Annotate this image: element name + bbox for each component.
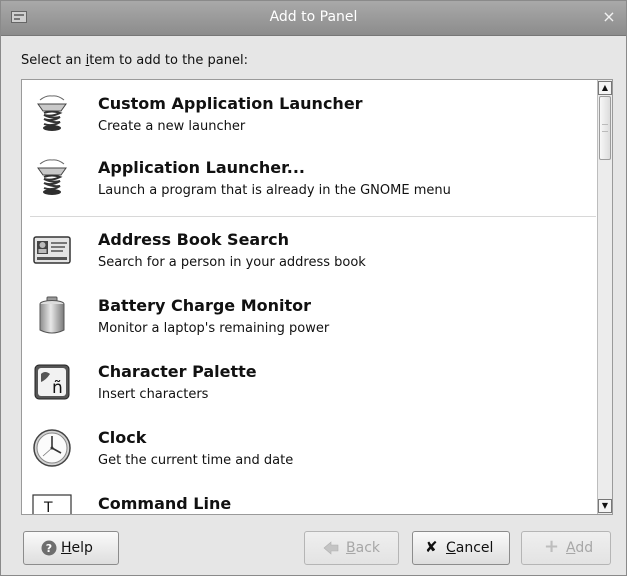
item-name: Battery Charge Monitor <box>98 296 312 315</box>
item-name: Custom Application Launcher <box>98 94 363 113</box>
instruction-text-end: tem to add to the panel: <box>89 53 248 68</box>
cancel-icon: ✘ <box>425 538 438 556</box>
add-to-panel-dialog: Add to Panel × Select an item to add to … <box>0 0 627 576</box>
item-description: Launch a program that is already in the … <box>98 183 451 198</box>
back-button[interactable]: Back <box>304 531 399 565</box>
svg-text:ñ: ñ <box>52 378 63 398</box>
cancel-button[interactable]: ✘ Cancel <box>412 531 510 565</box>
character-palette-icon: ñ <box>34 364 70 400</box>
item-name: Address Book Search <box>98 230 289 249</box>
vertical-scrollbar[interactable]: ▲ ▼ <box>597 80 612 514</box>
applet-list[interactable]: Custom Application Launcher Create a new… <box>21 79 613 515</box>
svg-text:?: ? <box>46 542 52 555</box>
item-name: Character Palette <box>98 362 257 381</box>
plus-icon: + <box>544 536 560 557</box>
list-item-address-book-search[interactable]: Address Book Search Search for a person … <box>22 218 597 282</box>
back-button-label: Back <box>346 540 380 556</box>
list-item-custom-application-launcher[interactable]: Custom Application Launcher Create a new… <box>22 82 597 146</box>
instruction-text-start: Select an <box>21 53 86 68</box>
item-name: Application Launcher... <box>98 158 305 177</box>
add-button[interactable]: + Add <box>521 531 611 565</box>
add-button-label: Add <box>566 540 594 556</box>
list-item-application-launcher[interactable]: Application Launcher... Launch a program… <box>22 146 597 210</box>
cancel-button-label: Cancel <box>446 540 494 556</box>
launcher-spring-icon <box>37 95 67 131</box>
item-name: Clock <box>98 428 147 447</box>
list-separator <box>30 216 596 217</box>
close-button[interactable]: × <box>600 8 618 26</box>
command-line-icon: T <box>32 494 72 514</box>
address-card-icon <box>33 236 71 264</box>
list-item-clock[interactable]: Clock Get the current time and date <box>22 416 597 480</box>
scroll-up-button[interactable]: ▲ <box>598 81 612 95</box>
item-description: Create a new launcher <box>98 119 246 134</box>
item-description: Get the current time and date <box>98 453 294 468</box>
scroll-thumb[interactable] <box>599 96 611 160</box>
list-item-battery-charge-monitor[interactable]: Battery Charge Monitor Monitor a laptop'… <box>22 284 597 348</box>
instruction-label: Select an item to add to the panel: <box>21 53 248 68</box>
item-description: Monitor a laptop's remaining power <box>98 321 330 336</box>
title-bar[interactable]: Add to Panel × <box>1 1 626 36</box>
launcher-spring-icon <box>37 159 67 195</box>
arrow-left-icon <box>323 541 339 555</box>
window-title: Add to Panel <box>269 9 358 25</box>
item-name: Command Line <box>98 494 232 513</box>
applet-list-view[interactable]: Custom Application Launcher Create a new… <box>22 80 597 514</box>
list-item-character-palette[interactable]: ñ Character Palette Insert characters <box>22 350 597 414</box>
battery-icon <box>39 296 65 334</box>
list-item-command-line[interactable]: T Command Line <box>22 482 597 514</box>
item-description: Search for a person in your address book <box>98 255 366 270</box>
item-description: Insert characters <box>98 387 209 402</box>
help-button-label: Help <box>61 540 93 556</box>
help-icon: ? <box>41 540 57 556</box>
help-button[interactable]: ? Help <box>23 531 119 565</box>
clock-icon <box>33 429 71 467</box>
scroll-down-button[interactable]: ▼ <box>598 499 612 513</box>
svg-text:T: T <box>43 500 53 514</box>
